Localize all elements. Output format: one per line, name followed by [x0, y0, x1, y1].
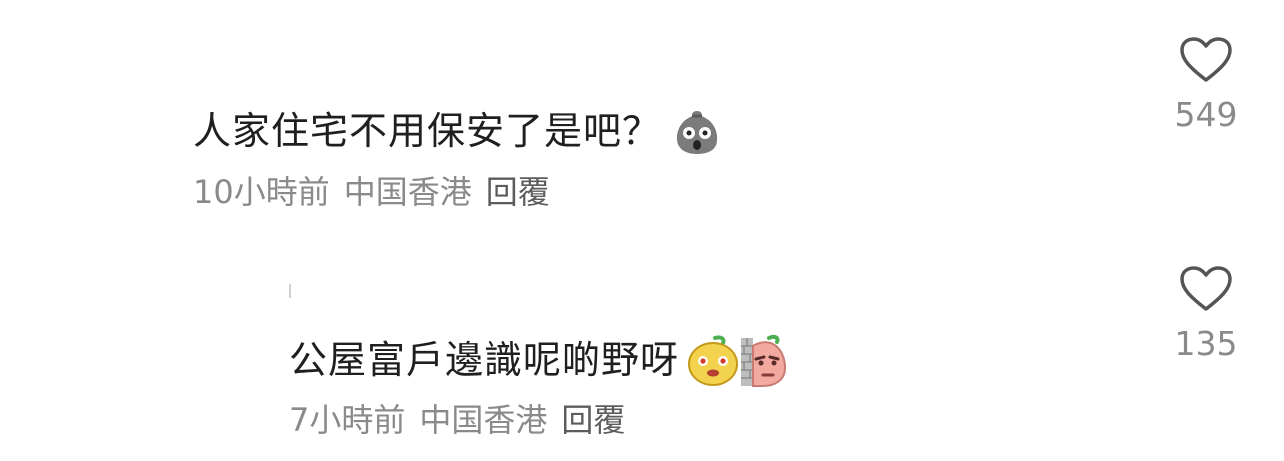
heart-icon[interactable]: [1179, 36, 1233, 84]
comment-text: 人家住宅不用保安了是吧？: [193, 105, 723, 157]
comment-body: 人家住宅不用保安了是吧？: [193, 109, 662, 153]
comment-meta: 10小時前 中国香港 回覆: [193, 176, 550, 208]
divider-mark: [289, 284, 291, 298]
like-count: 135: [1174, 324, 1238, 363]
comment-time: 7小時前: [289, 401, 406, 439]
comment-location: 中国香港: [343, 173, 472, 211]
comment-text: 公屋富戶邊識呢啲野呀: [289, 332, 789, 388]
comment-body: 公屋富戶邊識呢啲野呀: [289, 338, 680, 382]
yellow-face-and-peeking-pink-face-icon: [688, 334, 787, 387]
reply-button[interactable]: 回覆: [561, 404, 625, 436]
like-count: 549: [1174, 95, 1238, 134]
like-button[interactable]: 135: [1161, 265, 1251, 360]
heart-icon[interactable]: [1179, 265, 1233, 313]
comment-time: 10小時前: [193, 173, 330, 211]
comment-meta: 7小時前 中国香港 回覆: [289, 404, 625, 436]
comment-location: 中国香港: [419, 401, 548, 439]
reply-button[interactable]: 回覆: [486, 176, 550, 208]
like-button[interactable]: 549: [1161, 36, 1251, 131]
shocked-bag-face-icon: [676, 111, 718, 154]
